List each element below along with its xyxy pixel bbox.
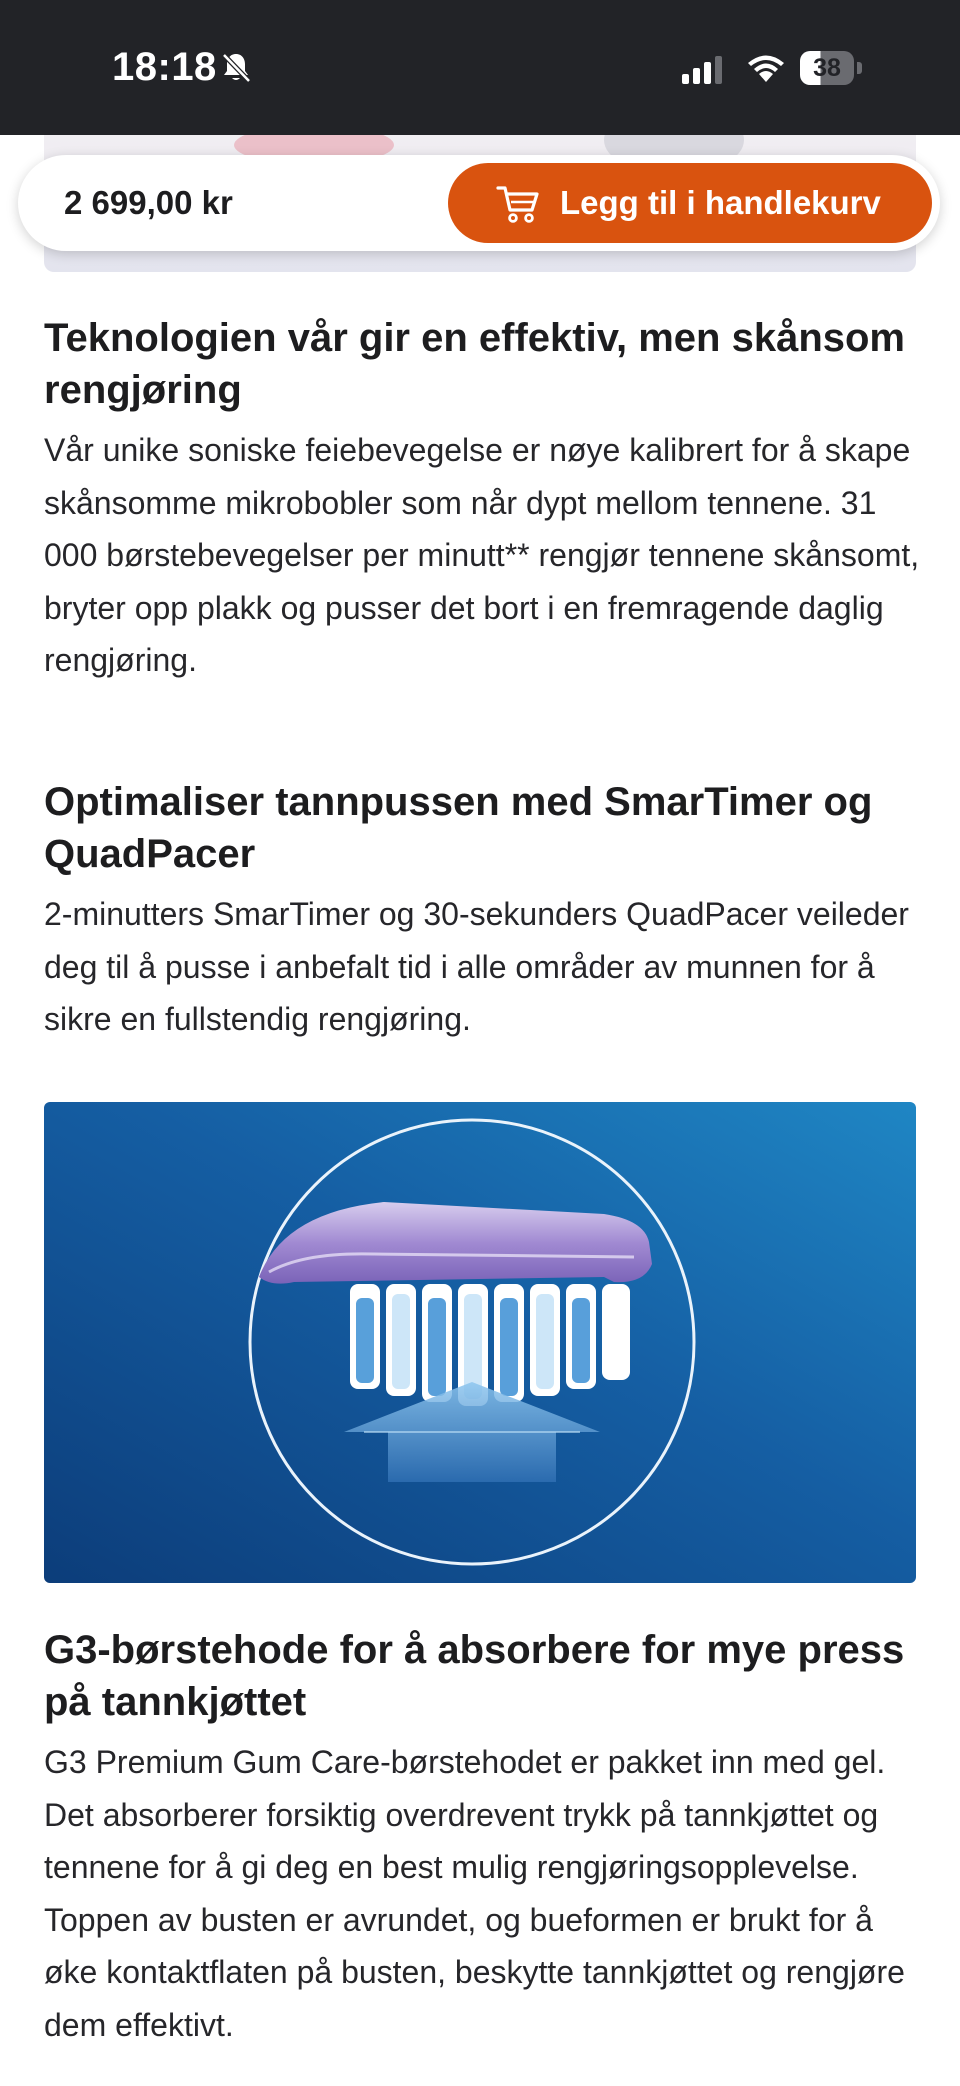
section-body: 2-minutters SmarTimer og 30-sekunders Qu… [44,896,909,1037]
battery-icon: 38 [800,51,862,85]
add-to-cart-button[interactable]: Legg til i handlekurv [448,163,932,243]
section-body: G3 Premium Gum Care-børstehodet er pakke… [44,1744,905,2043]
sticky-purchase-bar: 2 699,00 kr Legg til i handlekurv [18,155,940,251]
section-body: Vår unike soniske feiebevegelse er nøye … [44,432,920,678]
feature-section-g3-brush-head: G3-børstehode for å absorbere for mye pr… [44,1624,924,2051]
section-heading: Optimaliser tannpussen med SmarTimer og … [44,780,873,876]
signal-icon [682,56,722,84]
status-bar: 18:18 38 [0,0,960,135]
feature-section-technology: Teknologien vår gir en effektiv, men skå… [44,312,924,687]
shopping-cart-icon [496,186,539,223]
section-heading: G3-børstehode for å absorbere for mye pr… [44,1628,905,1724]
status-time: 18:18 [112,45,217,89]
feature-section-smartimer: Optimaliser tannpussen med SmarTimer og … [44,776,924,1046]
battery-level: 38 [813,54,841,82]
wifi-icon [748,55,784,82]
brush-head-illustration [44,1102,916,1583]
price: 2 699,00 kr [64,184,233,221]
add-to-cart-label: Legg til i handlekurv [560,184,881,221]
bell-slash-icon [222,53,251,83]
section-heading: Teknologien vår gir en effektiv, men skå… [44,316,905,412]
